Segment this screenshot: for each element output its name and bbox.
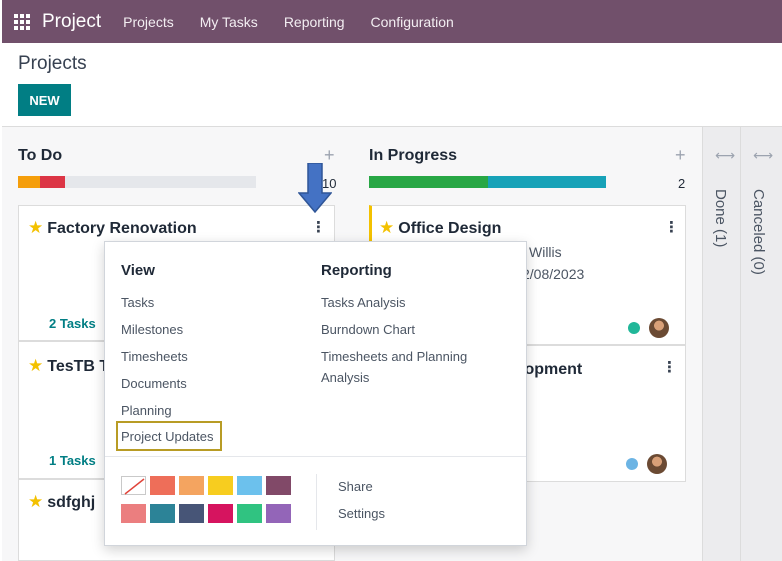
highlight-project-updates <box>116 421 222 451</box>
progress-segment-red <box>40 176 65 188</box>
color-swatch[interactable] <box>150 504 175 523</box>
settings-action[interactable]: Settings <box>338 506 385 521</box>
column-count-inprogress: 2 <box>678 176 686 191</box>
card-title: TesTB T <box>47 358 110 375</box>
menu-configuration[interactable]: Configuration <box>371 14 454 30</box>
column-title-done: Done (1) <box>712 189 729 248</box>
progress-segment-green <box>369 176 488 188</box>
kebab-menu-icon[interactable]: ⋮ <box>311 218 326 236</box>
new-button[interactable]: NEW <box>18 84 71 116</box>
reporting-tasks-analysis[interactable]: Tasks Analysis <box>321 295 406 310</box>
card-title: Factory Renovation <box>47 220 197 237</box>
card-title: Office Design <box>398 220 502 237</box>
control-panel: Projects NEW <box>2 43 782 127</box>
dropdown-separator <box>105 456 526 457</box>
folded-column-done[interactable]: ⟷ Done (1) <box>702 127 740 561</box>
view-milestones[interactable]: Milestones <box>121 322 183 337</box>
tasks-link[interactable]: 2 Tasks <box>49 316 96 331</box>
annotation-arrow-icon <box>298 163 332 213</box>
progress-segment-orange <box>18 176 40 188</box>
reporting-timesheets-planning[interactable]: Timesheets and Planning <box>321 349 467 364</box>
color-swatch[interactable] <box>179 504 204 523</box>
color-swatch[interactable] <box>237 504 262 523</box>
column-title-canceled: Canceled (0) <box>750 189 767 275</box>
app-brand[interactable]: Project <box>42 11 101 33</box>
view-tasks[interactable]: Tasks <box>121 295 154 310</box>
project-manager: l Willis <box>522 244 562 260</box>
add-to-column-icon[interactable]: + <box>675 145 686 166</box>
color-swatch[interactable] <box>150 476 175 495</box>
card-title: lopment <box>520 361 583 378</box>
project-card-dropdown: View Tasks Milestones Timesheets Documen… <box>104 241 527 546</box>
view-header: View <box>121 262 155 279</box>
share-action[interactable]: Share <box>338 479 373 494</box>
menu-reporting[interactable]: Reporting <box>284 14 345 30</box>
menu-my-tasks[interactable]: My Tasks <box>200 14 258 30</box>
color-swatch[interactable] <box>208 476 233 495</box>
reporting-timesheets-planning-line2[interactable]: Analysis <box>321 370 369 385</box>
page-title: Projects <box>18 53 87 74</box>
view-planning[interactable]: Planning <box>121 403 172 418</box>
column-title-todo: To Do <box>18 147 63 164</box>
star-icon[interactable]: ★ <box>379 218 394 237</box>
apps-grid-icon[interactable] <box>14 13 30 30</box>
avatar <box>647 454 667 474</box>
no-color-swatch[interactable] <box>121 476 146 495</box>
color-swatch[interactable] <box>121 504 146 523</box>
column-progress-todo[interactable] <box>18 176 256 188</box>
column-progress-inprogress[interactable] <box>369 176 606 188</box>
expand-arrows-icon[interactable]: ⟷ <box>715 147 735 164</box>
progress-segment-teal <box>488 176 606 188</box>
star-icon[interactable]: ★ <box>28 218 43 237</box>
tasks-link[interactable]: 1 Tasks <box>49 453 96 468</box>
menu-projects[interactable]: Projects <box>123 14 174 30</box>
status-dot-blue[interactable] <box>626 458 638 470</box>
avatar <box>649 318 669 338</box>
status-dot-green[interactable] <box>628 322 640 334</box>
color-swatch[interactable] <box>179 476 204 495</box>
reporting-burndown-chart[interactable]: Burndown Chart <box>321 322 415 337</box>
expand-arrows-icon[interactable]: ⟷ <box>753 147 773 164</box>
folded-column-canceled[interactable]: ⟷ Canceled (0) <box>740 127 782 561</box>
star-icon[interactable]: ★ <box>28 356 43 375</box>
view-timesheets[interactable]: Timesheets <box>121 349 188 364</box>
color-swatch[interactable] <box>208 504 233 523</box>
kebab-menu-icon[interactable]: ⋮ <box>664 218 679 236</box>
color-swatch[interactable] <box>266 476 291 495</box>
kebab-menu-icon[interactable]: ⋮ <box>662 358 677 376</box>
top-navbar: Project Projects My Tasks Reporting Conf… <box>2 0 782 43</box>
view-documents[interactable]: Documents <box>121 376 187 391</box>
reporting-header: Reporting <box>321 262 392 279</box>
column-title-inprogress: In Progress <box>369 147 458 164</box>
project-date: 2/08/2023 <box>522 266 585 282</box>
color-swatch[interactable] <box>237 476 262 495</box>
card-title: sdfghj <box>47 494 96 511</box>
color-swatch[interactable] <box>266 504 291 523</box>
star-icon[interactable]: ★ <box>28 492 43 511</box>
dropdown-vertical-separator <box>316 474 317 530</box>
